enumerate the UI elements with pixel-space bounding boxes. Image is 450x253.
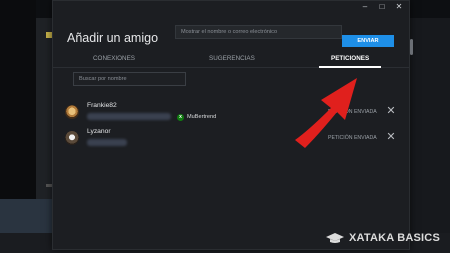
maximize-button[interactable]: □ [378,2,386,11]
filter-by-name-input[interactable]: Buscar por nombre [73,72,186,86]
arrow-shape [295,78,357,148]
send-button[interactable]: ENVIAR [342,35,394,47]
graduation-cap-icon [325,233,344,243]
gamertag: MuBertrend [187,114,217,120]
avatar [65,131,79,145]
minimize-button[interactable]: – [361,2,369,11]
friend-name: Lyzanor [87,128,111,135]
cancel-request-icon[interactable]: ✕ [386,105,396,117]
scrollbar-thumb[interactable] [410,39,413,55]
friend-name: Frankie82 [87,102,117,109]
tab-suggestions[interactable]: SUGERENCIAS [209,55,255,62]
background-desktop [0,0,36,199]
friend-search-input[interactable]: Mostrar el nombre o correo electrónico [175,25,342,39]
tab-connections[interactable]: CONEXIONES [93,55,135,62]
avatar [65,105,79,119]
dialog-title: Añadir un amigo [67,31,159,45]
cancel-request-icon[interactable]: ✕ [386,131,396,143]
red-arrow-annotation [295,78,357,148]
blurred-info [87,113,171,120]
background-taskbar-panel [0,199,52,233]
window-controls: – □ ✕ [361,2,403,11]
dialog-header: Añadir un amigo Mostrar el nombre o corr… [53,11,409,49]
watermark-brand: XATAKA BASICS [348,232,440,244]
watermark: XATAKA BASICS [325,232,440,244]
blurred-info [87,139,127,146]
close-window-button[interactable]: ✕ [395,2,403,11]
xbox-icon: x [177,114,184,121]
